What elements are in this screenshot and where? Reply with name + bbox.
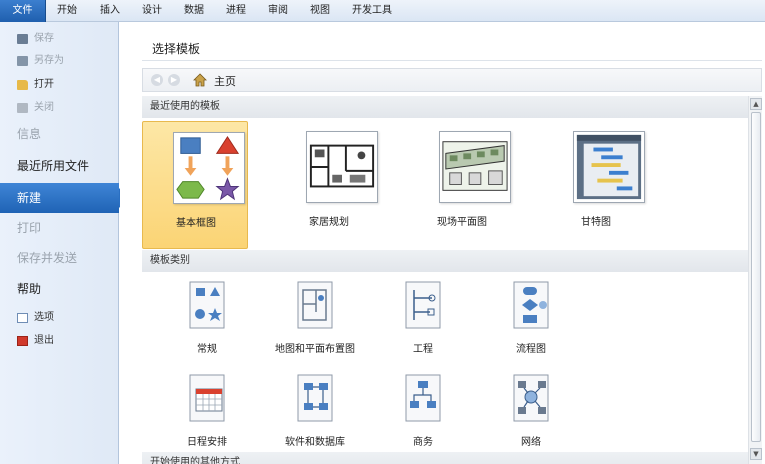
main-panel: 选择模板 ◀ ▶ 主页 最近使用的模板 基本框图 家居规划 现场平面图 甘特图 … bbox=[120, 22, 765, 464]
forward-arrow-icon[interactable]: ▶ bbox=[168, 74, 180, 86]
breadcrumb-home-label[interactable]: 主页 bbox=[214, 73, 236, 89]
ribbon-tab-bar: 文件 开始 插入 设计 数据 进程 审阅 视图 开发工具 bbox=[0, 0, 765, 22]
nav-save[interactable]: 保存 bbox=[0, 28, 119, 50]
category-label: 流程图 bbox=[516, 344, 546, 355]
backstage-nav: 保存 另存为 打开 关闭 信息 最近所用文件 新建 打印 保存并发送 帮助 选项… bbox=[0, 22, 128, 464]
template-site-plan[interactable]: 现场平面图 bbox=[409, 121, 515, 249]
category-flowchart[interactable]: 流程图 bbox=[476, 278, 586, 368]
tab-design[interactable]: 设计 bbox=[134, 0, 170, 22]
vertical-scrollbar[interactable]: ▲ ▼ bbox=[748, 96, 762, 464]
category-schedule[interactable]: 日程安排 bbox=[152, 371, 262, 461]
home-plan-icon bbox=[306, 131, 378, 203]
nav-help[interactable]: 帮助 bbox=[0, 274, 119, 304]
recent-templates-header: 最近使用的模板 bbox=[142, 96, 748, 118]
nav-new[interactable]: 新建 bbox=[0, 183, 128, 213]
exit-icon bbox=[17, 336, 28, 346]
nav-print[interactable]: 打印 bbox=[0, 213, 119, 243]
nav-info[interactable]: 信息 bbox=[0, 119, 119, 149]
tab-data[interactable]: 数据 bbox=[176, 0, 212, 22]
site-plan-icon bbox=[439, 131, 511, 203]
scroll-down-icon[interactable]: ▼ bbox=[750, 448, 762, 460]
template-home-plan[interactable]: 家居规划 bbox=[276, 121, 382, 249]
nav-recent[interactable]: 最近所用文件 bbox=[0, 151, 119, 181]
category-engineering[interactable]: 工程 bbox=[368, 278, 478, 368]
tab-insert[interactable]: 插入 bbox=[92, 0, 128, 22]
template-label: 甘特图 bbox=[581, 217, 611, 228]
nav-close[interactable]: 关闭 bbox=[0, 97, 119, 119]
tab-view[interactable]: 视图 bbox=[302, 0, 338, 22]
nav-close-label: 关闭 bbox=[34, 102, 54, 113]
general-icon bbox=[189, 281, 225, 329]
template-label: 基本框图 bbox=[176, 218, 216, 229]
nav-save-as-label: 另存为 bbox=[34, 55, 64, 66]
nav-exit-label: 退出 bbox=[34, 335, 54, 346]
save-icon bbox=[17, 34, 28, 44]
nav-save-as[interactable]: 另存为 bbox=[0, 50, 119, 72]
category-software-database[interactable]: 软件和数据库 bbox=[260, 371, 370, 461]
template-label: 家居规划 bbox=[309, 217, 349, 228]
home-icon[interactable] bbox=[193, 73, 207, 87]
title-divider bbox=[142, 60, 762, 61]
template-categories-header: 模板类别 bbox=[142, 250, 748, 272]
category-maps-floorplans[interactable]: 地图和平面布置图 bbox=[260, 278, 370, 368]
back-arrow-icon[interactable]: ◀ bbox=[151, 74, 163, 86]
network-icon bbox=[513, 374, 549, 422]
tab-home[interactable]: 开始 bbox=[49, 0, 85, 22]
category-business[interactable]: 商务 bbox=[368, 371, 478, 461]
nav-save-label: 保存 bbox=[34, 33, 54, 44]
flowchart-icon bbox=[513, 281, 549, 329]
schedule-icon bbox=[189, 374, 225, 422]
maps-floorplans-icon bbox=[297, 281, 333, 329]
nav-open-label: 打开 bbox=[34, 79, 54, 90]
category-general[interactable]: 常规 bbox=[152, 278, 262, 368]
tab-process[interactable]: 进程 bbox=[218, 0, 254, 22]
template-basic-diagram[interactable]: 基本框图 bbox=[142, 121, 248, 249]
tab-review[interactable]: 审阅 bbox=[260, 0, 296, 22]
basic-diagram-icon bbox=[173, 132, 245, 204]
nav-exit[interactable]: 退出 bbox=[0, 330, 119, 352]
page-title: 选择模板 bbox=[152, 42, 201, 56]
close-document-icon bbox=[17, 103, 28, 113]
tab-developer[interactable]: 开发工具 bbox=[344, 0, 400, 22]
category-network[interactable]: 网络 bbox=[476, 371, 586, 461]
scroll-up-icon[interactable]: ▲ bbox=[750, 98, 762, 110]
template-list: 最近使用的模板 基本框图 家居规划 现场平面图 甘特图 模板类别 常规 地图和平… bbox=[142, 96, 748, 464]
category-label: 网络 bbox=[521, 437, 541, 448]
nav-save-send[interactable]: 保存并发送 bbox=[0, 243, 119, 273]
breadcrumb: ◀ ▶ 主页 bbox=[142, 68, 762, 92]
template-label: 现场平面图 bbox=[437, 217, 487, 228]
save-as-icon bbox=[17, 56, 28, 66]
business-icon bbox=[405, 374, 441, 422]
other-ways-header: 开始使用的其他方式 bbox=[142, 452, 748, 464]
software-database-icon bbox=[297, 374, 333, 422]
open-folder-icon bbox=[17, 80, 28, 90]
tab-file[interactable]: 文件 bbox=[0, 0, 46, 22]
gantt-chart-icon bbox=[573, 131, 645, 203]
nav-open[interactable]: 打开 bbox=[0, 74, 119, 96]
nav-options[interactable]: 选项 bbox=[0, 307, 119, 329]
nav-options-label: 选项 bbox=[34, 312, 54, 323]
engineering-icon bbox=[405, 281, 441, 329]
template-gantt[interactable]: 甘特图 bbox=[543, 121, 649, 249]
options-icon bbox=[17, 313, 28, 323]
scroll-thumb[interactable] bbox=[751, 112, 761, 442]
